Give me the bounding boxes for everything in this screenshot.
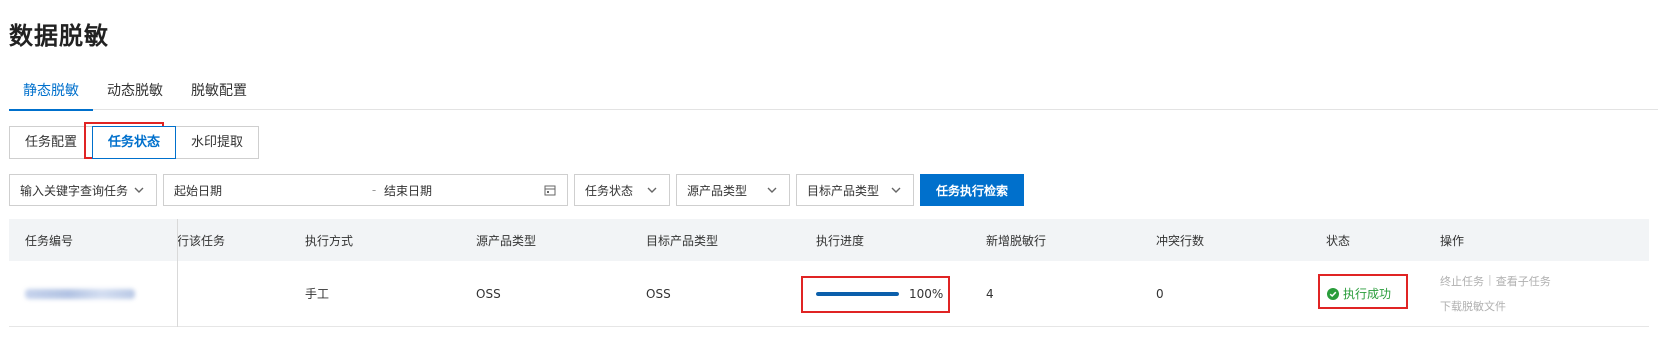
start-date-field[interactable]: 起始日期	[174, 182, 364, 199]
keyword-search-select[interactable]: 输入关键字查询任务	[9, 174, 157, 206]
col-progress: 执行进度	[816, 233, 865, 248]
source-type-label: 源产品类型	[687, 183, 748, 198]
col-source-type: 源产品类型	[476, 233, 537, 248]
main-tabs: 静态脱敏 动态脱敏 脱敏配置	[9, 70, 1658, 111]
table-row: 手工 OSS OSS 100% 4 0 执行成功 终止任务 | 查看子任务 下载…	[9, 261, 1649, 327]
col-method: 执行方式	[305, 233, 354, 248]
col-conflict-rows: 冲突行数	[1156, 233, 1205, 248]
task-status-label: 任务状态	[585, 183, 634, 198]
view-subtask-link[interactable]: 查看子任务	[1496, 273, 1551, 289]
progress-cell: 100%	[816, 261, 943, 326]
keyword-search-placeholder: 输入关键字查询任务	[20, 183, 129, 198]
chevron-down-icon	[647, 187, 657, 193]
col-status: 状态	[1326, 233, 1351, 248]
new-rows-cell: 4	[986, 286, 994, 301]
task-table: 任务编号 行该任务 执行方式 源产品类型 目标产品类型 执行进度 新增脱敏行 冲…	[9, 219, 1649, 327]
target-type-cell: OSS	[646, 286, 671, 301]
status-text: 执行成功	[1343, 287, 1392, 301]
progress-bar	[816, 291, 899, 296]
page-title: 数据脱敏	[9, 22, 109, 50]
download-masked-file-link[interactable]: 下载脱敏文件	[1440, 298, 1506, 314]
date-separator: -	[371, 183, 377, 197]
method-cell: 手工	[305, 287, 330, 301]
actions-cell: 终止任务 | 查看子任务 下载脱敏文件	[1440, 261, 1551, 326]
subtab-task-config[interactable]: 任务配置	[9, 126, 94, 159]
target-type-select[interactable]: 目标产品类型	[796, 174, 914, 206]
table-header: 任务编号 行该任务 执行方式 源产品类型 目标产品类型 执行进度 新增脱敏行 冲…	[9, 219, 1649, 261]
progress-label: 100%	[909, 286, 944, 301]
col-task-executor: 行该任务	[177, 233, 226, 248]
tab-masking-config[interactable]: 脱敏配置	[177, 70, 261, 110]
target-type-label: 目标产品类型	[807, 183, 880, 198]
source-type-cell: OSS	[476, 286, 501, 301]
subtab-task-status[interactable]: 任务状态	[92, 126, 177, 159]
action-separator: |	[1488, 273, 1492, 286]
status-badge: 执行成功	[1327, 285, 1391, 302]
task-search-button[interactable]: 任务执行检索	[920, 174, 1025, 206]
date-range-picker[interactable]: 起始日期 - 结束日期	[163, 174, 568, 206]
col-target-type: 目标产品类型	[646, 233, 719, 248]
conflict-rows-cell: 0	[1156, 286, 1164, 301]
chevron-down-icon	[767, 187, 777, 193]
task-id-cell[interactable]	[25, 261, 135, 326]
chevron-down-icon	[134, 187, 144, 193]
col-actions: 操作	[1440, 233, 1465, 248]
column-divider	[177, 219, 178, 327]
check-circle-icon	[1327, 287, 1339, 300]
tab-dynamic-masking[interactable]: 动态脱敏	[93, 70, 177, 110]
subtab-watermark-extract[interactable]: 水印提取	[175, 126, 260, 159]
status-cell: 执行成功	[1327, 261, 1391, 326]
tab-static-masking[interactable]: 静态脱敏	[9, 70, 93, 111]
stop-task-link[interactable]: 终止任务	[1440, 273, 1484, 289]
source-type-select[interactable]: 源产品类型	[676, 174, 790, 206]
filter-bar: 输入关键字查询任务 起始日期 - 结束日期 任务状态 源产品类型 目标产品类型 …	[9, 174, 1025, 206]
calendar-icon[interactable]	[543, 183, 557, 197]
col-new-rows: 新增脱敏行	[986, 233, 1047, 248]
task-status-select[interactable]: 任务状态	[574, 174, 670, 206]
chevron-down-icon	[891, 187, 901, 193]
task-id-redacted	[25, 288, 135, 299]
end-date-field[interactable]: 结束日期	[384, 182, 543, 199]
col-task-id: 任务编号	[25, 233, 74, 248]
progress-bar-fill	[816, 291, 899, 296]
sub-tabs: 任务配置 任务状态 水印提取	[9, 126, 260, 159]
